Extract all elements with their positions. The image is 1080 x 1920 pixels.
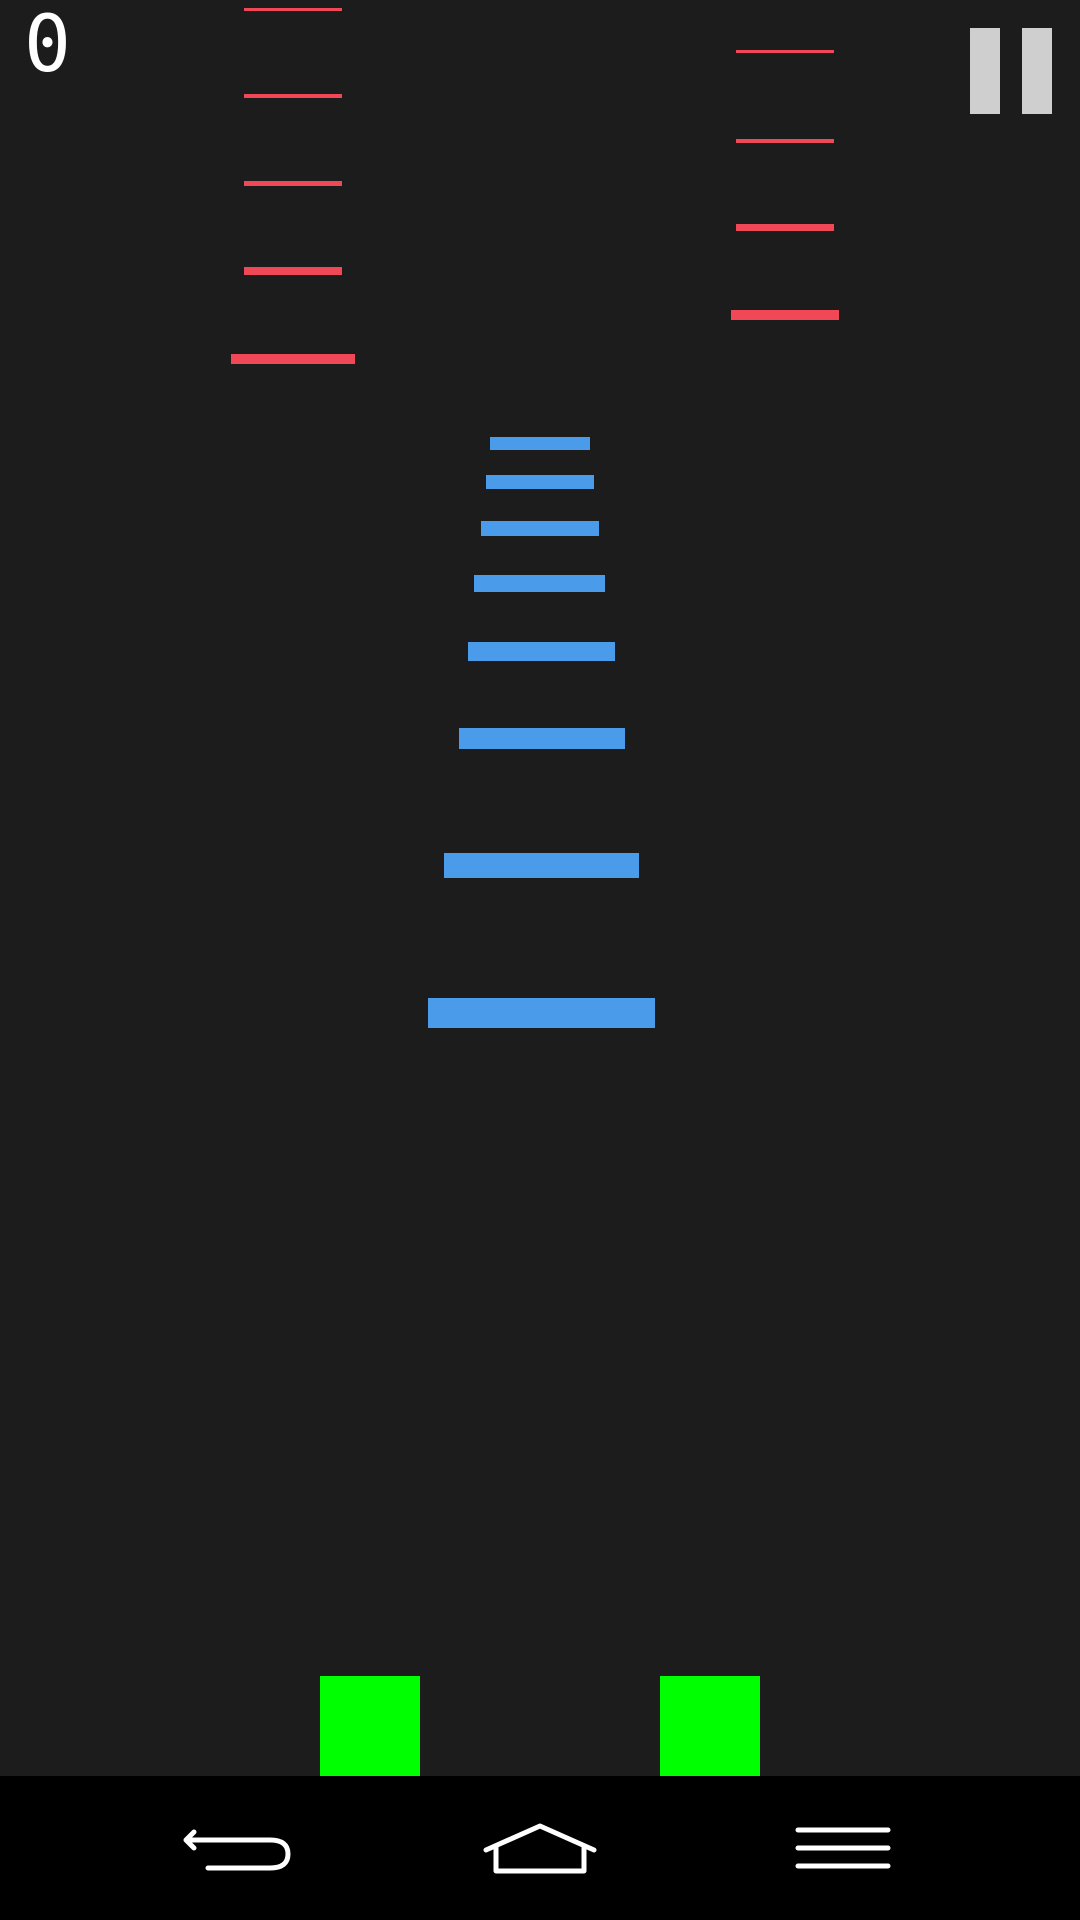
home-button[interactable] xyxy=(440,1776,640,1920)
pause-button[interactable] xyxy=(970,28,1052,114)
pause-icon xyxy=(970,28,1000,114)
road-mark xyxy=(474,575,605,592)
game-area[interactable]: 0 xyxy=(0,0,1080,1776)
hazard-line xyxy=(244,181,342,186)
hazard-line xyxy=(244,8,342,11)
menu-button[interactable] xyxy=(742,1776,942,1920)
hazard-line xyxy=(731,310,839,320)
hazard-line xyxy=(244,94,342,98)
player-block-left[interactable] xyxy=(320,1676,420,1776)
road-mark xyxy=(481,521,599,536)
hazard-line xyxy=(244,267,342,275)
home-icon xyxy=(483,1823,597,1874)
player-block-right[interactable] xyxy=(660,1676,760,1776)
road-mark xyxy=(468,642,615,661)
menu-icon xyxy=(795,1827,891,1869)
back-icon xyxy=(183,1829,291,1871)
score-counter: 0 xyxy=(24,0,71,90)
navigation-bar xyxy=(0,1776,1080,1920)
hazard-line xyxy=(736,139,834,143)
pause-icon-bar xyxy=(1022,28,1052,114)
road-mark xyxy=(444,853,639,878)
hazard-line xyxy=(231,354,355,364)
road-mark xyxy=(428,998,655,1028)
road-mark xyxy=(490,437,590,450)
road-mark xyxy=(486,475,594,489)
back-button[interactable] xyxy=(138,1776,338,1920)
road-mark xyxy=(459,728,625,749)
hazard-line xyxy=(736,224,834,231)
hazard-line xyxy=(736,50,834,53)
